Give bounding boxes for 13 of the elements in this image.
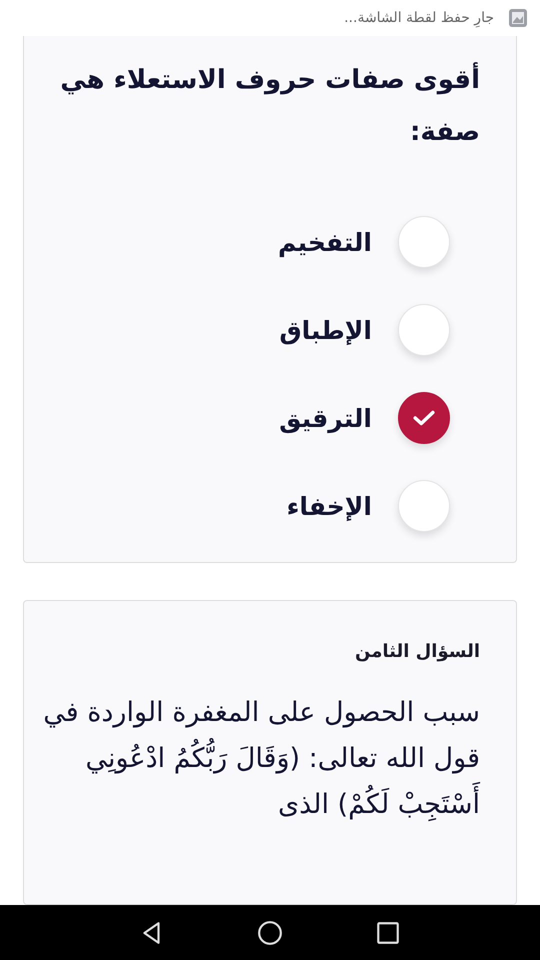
recents-icon[interactable] bbox=[375, 920, 401, 946]
home-icon[interactable] bbox=[257, 920, 283, 946]
question-text: سبب الحصول على المغفرة الواردة في قول الله تعالى: (وَقَالَ رَبُّكُمُ ادْعُونِي أَسْتَجِبْ لَكُمْ) الذى bbox=[42, 696, 480, 824]
question-heading: السؤال الثامن bbox=[354, 641, 480, 662]
notification-text: جارِ حفظ لقطة الشاشة... bbox=[344, 10, 494, 26]
question-text: أقوى صفات حروف الاستعلاء هي صفة: bbox=[38, 54, 480, 158]
option-radio[interactable] bbox=[398, 392, 450, 444]
option-label[interactable]: الإخفاء bbox=[286, 492, 372, 520]
image-icon bbox=[508, 8, 528, 28]
check-icon bbox=[413, 409, 435, 427]
option-label[interactable]: الإطباق bbox=[279, 316, 372, 344]
option-label[interactable]: التفخيم bbox=[278, 228, 372, 256]
option-label[interactable]: الترقيق bbox=[279, 404, 372, 432]
